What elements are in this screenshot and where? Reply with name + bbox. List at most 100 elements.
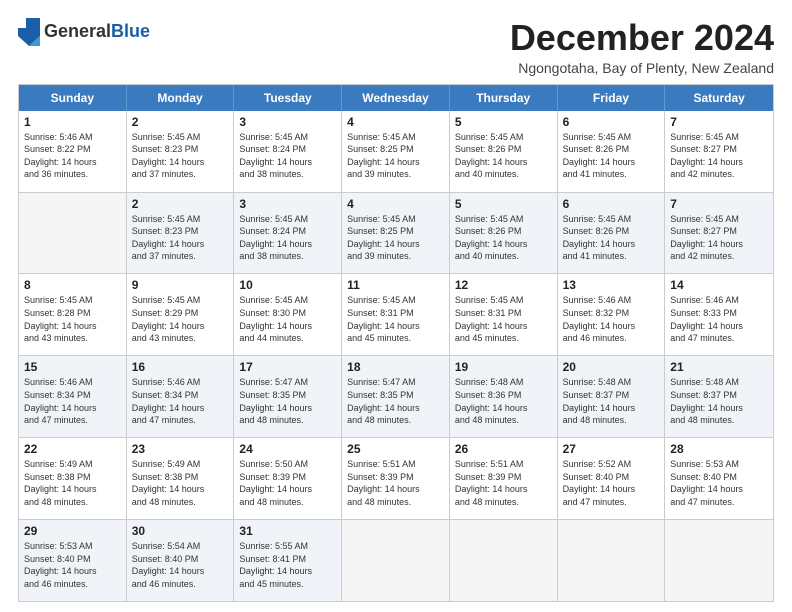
day-num-4-0: 22	[24, 442, 121, 456]
cell-info-0-6: Sunrise: 5:45 AM Sunset: 8:27 PM Dayligh…	[670, 131, 768, 181]
cell-4-6: 28Sunrise: 5:53 AM Sunset: 8:40 PM Dayli…	[665, 438, 773, 519]
day-num-0-6: 7	[670, 115, 768, 129]
cell-1-2: 3Sunrise: 5:45 AM Sunset: 8:24 PM Daylig…	[234, 193, 342, 274]
cell-5-2: 31 Sunrise: 5:55 AM Sunset: 8:41 PM Dayli…	[234, 520, 342, 601]
day-num-1-2: 3	[239, 197, 336, 211]
cell-info-0-2: Sunrise: 5:45 AM Sunset: 8:24 PM Dayligh…	[239, 131, 336, 181]
cell-4-2: 24Sunrise: 5:50 AM Sunset: 8:39 PM Dayli…	[234, 438, 342, 519]
calendar-row-5: 29 Sunrise: 5:53 AM Sunset: 8:40 PM Dayli…	[19, 519, 773, 601]
day-num-3-4: 19	[455, 360, 552, 374]
cell-1-4: 5 Sunrise: 5:45 AM Sunset: 8:26 PM Daylig…	[450, 193, 558, 274]
day-num-0-1: 2	[132, 115, 229, 129]
cell-info-5-0: Sunrise: 5:53 AM Sunset: 8:40 PM Dayligh…	[24, 540, 121, 590]
cell-info-2-3: Sunrise: 5:45 AM Sunset: 8:31 PM Dayligh…	[347, 294, 444, 344]
calendar-row-4: 22 Sunrise: 5:49 AM Sunset: 8:38 PM Dayli…	[19, 437, 773, 519]
logo: GeneralBlue	[18, 18, 150, 46]
cell-info-0-0: Sunrise: 5:46 AM Sunset: 8:22 PM Dayligh…	[24, 131, 121, 181]
cell-4-0: 22 Sunrise: 5:49 AM Sunset: 8:38 PM Dayli…	[19, 438, 127, 519]
day-num-2-5: 13	[563, 278, 660, 292]
cell-info-0-5: Sunrise: 5:45 AM Sunset: 8:26 PM Dayligh…	[563, 131, 660, 181]
cell-2-6: 14Sunrise: 5:46 AM Sunset: 8:33 PM Dayli…	[665, 274, 773, 355]
cell-4-4: 26Sunrise: 5:51 AM Sunset: 8:39 PM Dayli…	[450, 438, 558, 519]
day-num-1-1: 2	[132, 197, 229, 211]
cell-info-5-1: Sunrise: 5:54 AM Sunset: 8:40 PM Dayligh…	[132, 540, 229, 590]
day-num-3-0: 15	[24, 360, 121, 374]
cell-info-5-2: Sunrise: 5:55 AM Sunset: 8:41 PM Dayligh…	[239, 540, 336, 590]
day-num-0-0: 1	[24, 115, 121, 129]
day-num-3-6: 21	[670, 360, 768, 374]
cell-info-1-3: Sunrise: 5:45 AM Sunset: 8:25 PM Dayligh…	[347, 213, 444, 263]
header-tuesday: Tuesday	[234, 85, 342, 111]
cell-3-3: 18 Sunrise: 5:47 AM Sunset: 8:35 PM Dayli…	[342, 356, 450, 437]
day-num-3-3: 18	[347, 360, 444, 374]
day-num-0-3: 4	[347, 115, 444, 129]
cell-0-1: 2 Sunrise: 5:45 AM Sunset: 8:23 PM Daylig…	[127, 111, 235, 192]
cell-2-0: 8Sunrise: 5:45 AM Sunset: 8:28 PM Daylig…	[19, 274, 127, 355]
day-num-2-1: 9	[132, 278, 229, 292]
header-monday: Monday	[127, 85, 235, 111]
calendar-row-3: 15 Sunrise: 5:46 AM Sunset: 8:34 PM Dayli…	[19, 355, 773, 437]
title-block: December 2024 Ngongotaha, Bay of Plenty,…	[510, 18, 774, 76]
cell-1-0	[19, 193, 127, 274]
day-num-3-5: 20	[563, 360, 660, 374]
cell-0-6: 7 Sunrise: 5:45 AM Sunset: 8:27 PM Daylig…	[665, 111, 773, 192]
day-num-3-2: 17	[239, 360, 336, 374]
cell-0-0: 1 Sunrise: 5:46 AM Sunset: 8:22 PM Daylig…	[19, 111, 127, 192]
cell-info-3-4: Sunrise: 5:48 AM Sunset: 8:36 PM Dayligh…	[455, 376, 552, 426]
cell-5-6	[665, 520, 773, 601]
cell-info-1-1: Sunrise: 5:45 AM Sunset: 8:23 PM Dayligh…	[132, 213, 229, 263]
day-num-1-3: 4	[347, 197, 444, 211]
cell-info-3-3: Sunrise: 5:47 AM Sunset: 8:35 PM Dayligh…	[347, 376, 444, 426]
cell-info-1-4: Sunrise: 5:45 AM Sunset: 8:26 PM Dayligh…	[455, 213, 552, 263]
cell-info-2-5: Sunrise: 5:46 AM Sunset: 8:32 PM Dayligh…	[563, 294, 660, 344]
cell-info-0-1: Sunrise: 5:45 AM Sunset: 8:23 PM Dayligh…	[132, 131, 229, 181]
day-num-4-1: 23	[132, 442, 229, 456]
day-num-0-5: 6	[563, 115, 660, 129]
calendar-row-2: 8Sunrise: 5:45 AM Sunset: 8:28 PM Daylig…	[19, 273, 773, 355]
cell-info-2-1: Sunrise: 5:45 AM Sunset: 8:29 PM Dayligh…	[132, 294, 229, 344]
cell-4-5: 27Sunrise: 5:52 AM Sunset: 8:40 PM Dayli…	[558, 438, 666, 519]
cell-1-1: 2 Sunrise: 5:45 AM Sunset: 8:23 PM Daylig…	[127, 193, 235, 274]
cell-info-4-6: Sunrise: 5:53 AM Sunset: 8:40 PM Dayligh…	[670, 458, 768, 508]
day-num-2-0: 8	[24, 278, 121, 292]
logo-text: GeneralBlue	[44, 22, 150, 42]
calendar-row-0: 1 Sunrise: 5:46 AM Sunset: 8:22 PM Daylig…	[19, 111, 773, 192]
cell-info-4-2: Sunrise: 5:50 AM Sunset: 8:39 PM Dayligh…	[239, 458, 336, 508]
calendar-header: Sunday Monday Tuesday Wednesday Thursday…	[19, 85, 773, 111]
calendar-body: 1 Sunrise: 5:46 AM Sunset: 8:22 PM Daylig…	[19, 111, 773, 601]
logo-icon	[18, 18, 40, 46]
cell-info-4-0: Sunrise: 5:49 AM Sunset: 8:38 PM Dayligh…	[24, 458, 121, 508]
cell-info-3-0: Sunrise: 5:46 AM Sunset: 8:34 PM Dayligh…	[24, 376, 121, 426]
cell-2-4: 12 Sunrise: 5:45 AM Sunset: 8:31 PM Dayli…	[450, 274, 558, 355]
page: GeneralBlue December 2024 Ngongotaha, Ba…	[0, 0, 792, 612]
cell-info-4-1: Sunrise: 5:49 AM Sunset: 8:38 PM Dayligh…	[132, 458, 229, 508]
calendar: Sunday Monday Tuesday Wednesday Thursday…	[18, 84, 774, 602]
cell-info-4-5: Sunrise: 5:52 AM Sunset: 8:40 PM Dayligh…	[563, 458, 660, 508]
header-friday: Friday	[558, 85, 666, 111]
cell-info-3-5: Sunrise: 5:48 AM Sunset: 8:37 PM Dayligh…	[563, 376, 660, 426]
cell-info-0-3: Sunrise: 5:45 AM Sunset: 8:25 PM Dayligh…	[347, 131, 444, 181]
cell-1-6: 7Sunrise: 5:45 AM Sunset: 8:27 PM Daylig…	[665, 193, 773, 274]
cell-5-1: 30 Sunrise: 5:54 AM Sunset: 8:40 PM Dayli…	[127, 520, 235, 601]
logo-blue-text: Blue	[111, 21, 150, 41]
day-num-2-4: 12	[455, 278, 552, 292]
month-title: December 2024	[510, 18, 774, 58]
day-num-0-2: 3	[239, 115, 336, 129]
day-num-2-2: 10	[239, 278, 336, 292]
day-num-1-4: 5	[455, 197, 552, 211]
day-num-5-1: 30	[132, 524, 229, 538]
cell-2-2: 10Sunrise: 5:45 AM Sunset: 8:30 PM Dayli…	[234, 274, 342, 355]
cell-1-3: 4 Sunrise: 5:45 AM Sunset: 8:25 PM Daylig…	[342, 193, 450, 274]
cell-0-4: 5Sunrise: 5:45 AM Sunset: 8:26 PM Daylig…	[450, 111, 558, 192]
header-saturday: Saturday	[665, 85, 773, 111]
cell-5-0: 29 Sunrise: 5:53 AM Sunset: 8:40 PM Dayli…	[19, 520, 127, 601]
header-wednesday: Wednesday	[342, 85, 450, 111]
cell-4-1: 23 Sunrise: 5:49 AM Sunset: 8:38 PM Dayli…	[127, 438, 235, 519]
day-num-5-0: 29	[24, 524, 121, 538]
day-num-5-2: 31	[239, 524, 336, 538]
cell-info-2-4: Sunrise: 5:45 AM Sunset: 8:31 PM Dayligh…	[455, 294, 552, 344]
cell-4-3: 25Sunrise: 5:51 AM Sunset: 8:39 PM Dayli…	[342, 438, 450, 519]
cell-1-5: 6Sunrise: 5:45 AM Sunset: 8:26 PM Daylig…	[558, 193, 666, 274]
cell-info-1-6: Sunrise: 5:45 AM Sunset: 8:27 PM Dayligh…	[670, 213, 768, 263]
cell-5-5	[558, 520, 666, 601]
